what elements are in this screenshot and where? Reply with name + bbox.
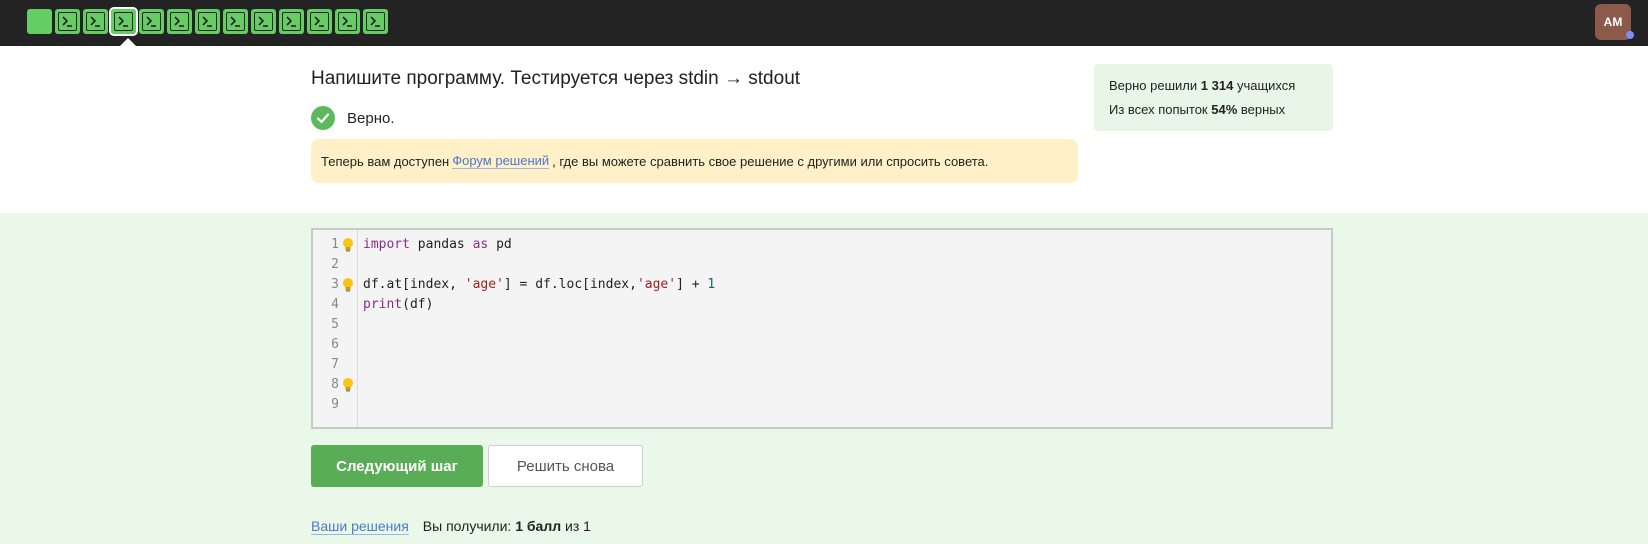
score-prefix: Вы получили: xyxy=(422,518,512,534)
code-line-1: import pandas as pd xyxy=(363,237,512,252)
step-7[interactable] xyxy=(195,9,220,34)
step-5[interactable] xyxy=(139,9,164,34)
terminal-icon xyxy=(90,16,100,27)
line-number: 3 xyxy=(331,277,339,292)
terminal-icon xyxy=(118,16,128,27)
stats-solved-prefix: Верно решили xyxy=(1109,78,1198,93)
score-value: 1 балл xyxy=(515,518,562,534)
step-4-current[interactable] xyxy=(109,7,138,36)
step-6[interactable] xyxy=(167,9,192,34)
verdict-text: Верно. xyxy=(347,109,395,127)
step-3[interactable] xyxy=(83,9,108,34)
terminal-icon xyxy=(286,16,296,27)
terminal-icon xyxy=(258,16,268,27)
lightbulb-icon[interactable] xyxy=(341,374,355,395)
line-number: 8 xyxy=(331,377,339,392)
stats-percent-prefix: Из всех попыток xyxy=(1109,102,1208,117)
check-circle-icon xyxy=(311,106,335,130)
notice-text-after: , где вы можете сравнить свое решение с … xyxy=(552,153,989,169)
line-number: 7 xyxy=(331,357,339,372)
solve-stats-panel: Верно решили 1 314 учащихся Из всех попы… xyxy=(1094,64,1333,131)
forum-notice: Теперь вам доступен Форум решений , где … xyxy=(311,139,1078,183)
stats-percent-suffix: верных xyxy=(1240,102,1286,117)
terminal-icon xyxy=(202,16,212,27)
terminal-icon xyxy=(174,16,184,27)
line-number: 9 xyxy=(331,397,339,412)
your-solutions-link[interactable]: Ваши решения xyxy=(311,518,409,535)
top-navigation-bar: AM xyxy=(0,0,1648,46)
terminal-icon xyxy=(230,16,240,27)
terminal-icon xyxy=(370,16,380,27)
step-11[interactable] xyxy=(307,9,332,34)
code-editor[interactable]: 1 2 3 4 5 6 7 8 9 import pandas as pd df… xyxy=(311,228,1333,429)
step-9[interactable] xyxy=(251,9,276,34)
editor-gutter: 1 2 3 4 5 6 7 8 9 xyxy=(313,230,358,427)
notice-text-before: Теперь вам доступен xyxy=(321,153,450,169)
stats-solved-line: Верно решили 1 314 учащихся xyxy=(1109,74,1318,98)
lightbulb-icon[interactable] xyxy=(341,234,355,255)
step-13[interactable] xyxy=(363,9,388,34)
code-line-3: df.at[index, 'age'] = df.loc[index,'age'… xyxy=(363,277,716,292)
terminal-icon xyxy=(62,16,72,27)
terminal-icon xyxy=(314,16,324,27)
line-number: 1 xyxy=(331,237,339,252)
stats-solved-suffix: учащихся xyxy=(1236,78,1296,93)
line-number: 5 xyxy=(331,317,339,332)
line-number: 2 xyxy=(331,257,339,272)
solve-again-button[interactable]: Решить снова xyxy=(488,445,643,487)
solutions-forum-link[interactable]: Форум решений xyxy=(452,153,550,169)
notification-dot-icon xyxy=(1626,31,1634,39)
lightbulb-icon[interactable] xyxy=(341,274,355,295)
step-8[interactable] xyxy=(223,9,248,34)
line-number: 4 xyxy=(331,297,339,312)
step-1[interactable] xyxy=(27,9,52,34)
stats-percent-value: 54% xyxy=(1211,102,1238,117)
score-suffix: из 1 xyxy=(565,518,591,534)
current-step-pointer-icon xyxy=(120,38,136,46)
step-10[interactable] xyxy=(279,9,304,34)
score-line: Вы получили: 1 балл из 1 xyxy=(423,518,591,535)
page-title: Напишите программу. Тестируется через st… xyxy=(311,68,801,89)
task-section: Напишите программу. Тестируется через st… xyxy=(0,46,1648,213)
next-step-button[interactable]: Следующий шаг xyxy=(311,445,483,487)
stats-solved-count: 1 314 xyxy=(1200,78,1234,93)
submission-footer: Ваши решения Вы получили: 1 балл из 1 xyxy=(311,518,591,535)
code-line-4: print(df) xyxy=(363,297,434,312)
terminal-icon xyxy=(146,16,156,27)
verdict: Верно. xyxy=(311,106,394,130)
line-number: 6 xyxy=(331,337,339,352)
step-navigation xyxy=(27,7,388,36)
step-2[interactable] xyxy=(55,9,80,34)
step-12[interactable] xyxy=(335,9,360,34)
terminal-icon xyxy=(342,16,352,27)
stats-percent-line: Из всех попыток 54% верных xyxy=(1109,98,1318,122)
